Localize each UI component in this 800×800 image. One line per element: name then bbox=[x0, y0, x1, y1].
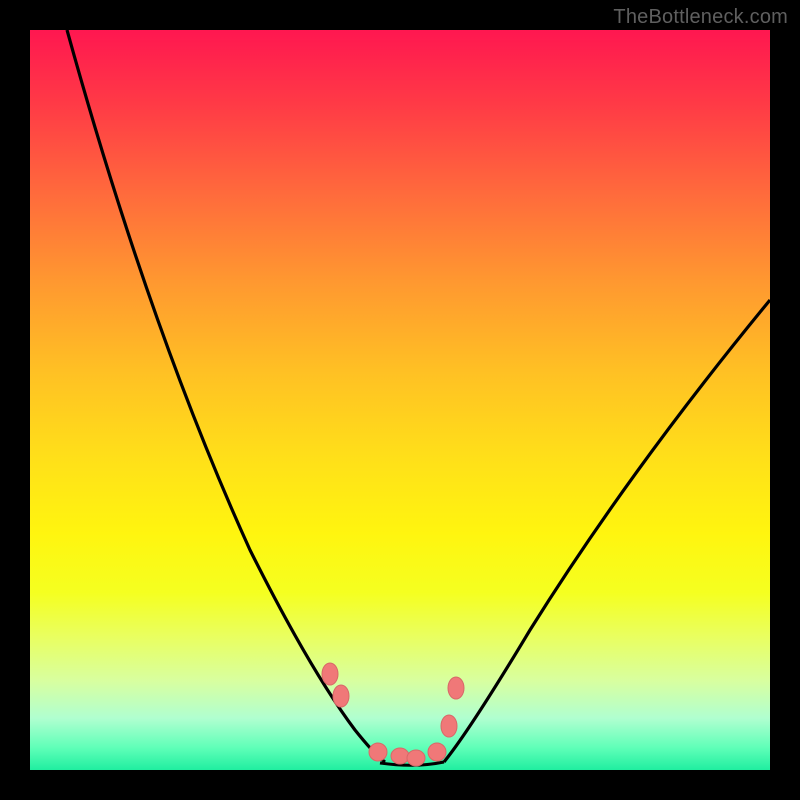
marker-dot bbox=[369, 743, 387, 761]
right-curve-path bbox=[444, 300, 770, 762]
left-curve-path bbox=[67, 30, 385, 762]
watermark-text: TheBottleneck.com bbox=[613, 6, 788, 29]
bottleneck-curve bbox=[30, 30, 770, 770]
marker-dot bbox=[333, 685, 349, 707]
marker-dot bbox=[322, 663, 338, 685]
plot-area bbox=[30, 30, 770, 770]
marker-dot bbox=[448, 677, 464, 699]
marker-dot bbox=[407, 750, 425, 766]
marker-dot bbox=[441, 715, 457, 737]
chart-frame: TheBottleneck.com bbox=[0, 0, 800, 800]
marker-dot bbox=[391, 748, 409, 764]
marker-dot bbox=[428, 743, 446, 761]
